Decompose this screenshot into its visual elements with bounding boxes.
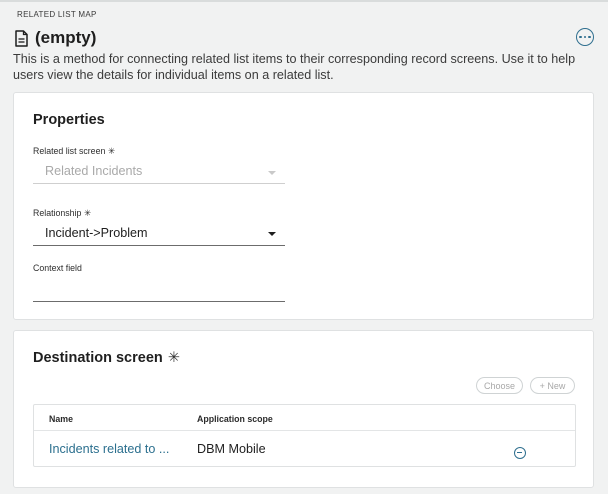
required-mark: ✳	[107, 146, 116, 156]
destination-title: Destination screen ✳	[33, 350, 180, 366]
relationship-select[interactable]: Incident->Problem	[45, 226, 148, 240]
row-divider	[34, 430, 575, 431]
column-header-name: Name	[49, 414, 73, 424]
required-mark: ✳	[167, 350, 180, 366]
more-options-icon	[579, 35, 582, 39]
title-row: (empty)	[14, 27, 96, 49]
relationship-label: Relationship ✳	[33, 208, 92, 218]
remove-circle-icon[interactable]	[514, 447, 526, 459]
related-list-screen-label: Related list screen ✳	[33, 146, 116, 156]
field-underline	[33, 301, 285, 302]
field-underline	[33, 245, 285, 246]
context-field-label: Context field	[33, 263, 82, 273]
record-type-label: RELATED LIST MAP	[17, 10, 97, 19]
new-button[interactable]: + New	[530, 377, 575, 394]
related-list-screen-select[interactable]: Related Incidents	[45, 164, 142, 178]
chevron-down-icon	[268, 171, 276, 175]
document-icon	[15, 29, 28, 47]
page-description: This is a method for connecting related …	[13, 52, 576, 82]
properties-card: Properties Related list screen ✳ Related…	[13, 92, 594, 320]
choose-button[interactable]: Choose	[476, 377, 523, 394]
column-header-scope: Application scope	[197, 414, 273, 424]
context-field-input[interactable]	[33, 281, 285, 299]
page-title: (empty)	[35, 28, 97, 47]
destination-name-link[interactable]: Incidents related to ...	[49, 442, 169, 456]
required-mark: ✳	[83, 208, 92, 218]
top-divider	[0, 0, 608, 2]
properties-title: Properties	[33, 112, 105, 128]
chevron-down-icon	[268, 232, 276, 236]
more-options-button[interactable]	[576, 28, 594, 46]
destination-scope: DBM Mobile	[197, 442, 266, 456]
destination-table: Name Application scope Incidents related…	[33, 404, 576, 467]
field-underline	[33, 183, 285, 184]
destination-card: Destination screen ✳ Choose + New Name Ap…	[13, 330, 594, 488]
